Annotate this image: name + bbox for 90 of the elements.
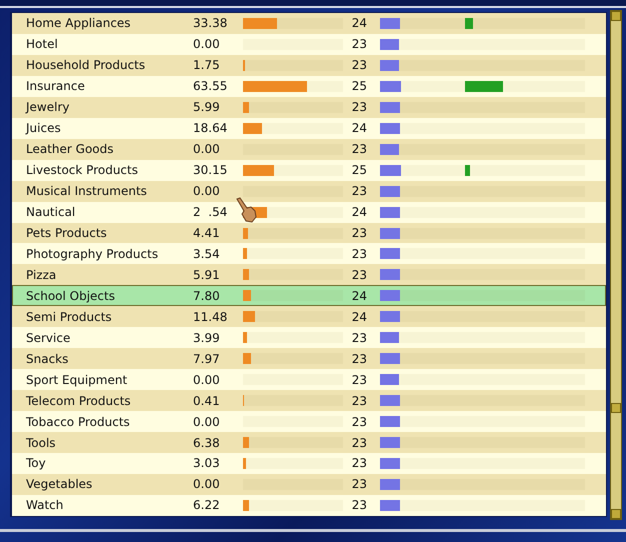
table-cell-text: 23: [350, 477, 368, 492]
table-cell-text: 0.00: [193, 372, 221, 387]
table-row[interactable]: Vegetables 0.00 23: [12, 474, 606, 495]
table-row[interactable]: Semi Products 11.48 24: [12, 306, 606, 328]
table-cell-text: 23: [350, 498, 368, 512]
table-row[interactable]: Household Products 1.75 23: [12, 54, 606, 76]
table-cell-text: Snacks: [25, 352, 70, 366]
table-cell-text: Insurance: [25, 79, 86, 94]
table-cell-text: Juices: [24, 121, 62, 136]
table-cell-text: 5.91: [193, 268, 221, 282]
table-cell-text: 5.99: [193, 100, 221, 114]
table-row[interactable]: Jewelry 5.99 23: [12, 96, 606, 118]
table-cell-text: Household Products: [25, 58, 146, 72]
table-cell-text: 24: [350, 288, 368, 303]
table-cell-text: 63.55: [193, 79, 228, 94]
table-cell-text: 24: [350, 205, 368, 220]
table-cell-text: School Objects: [25, 288, 116, 303]
table-cell-text: 0.00: [193, 142, 221, 156]
table-cell-text: Tobacco Products: [25, 414, 131, 429]
scroll-thumb[interactable]: [611, 403, 621, 413]
table-cell-text: 1.75: [193, 58, 221, 72]
table-cell-text: 7.97: [193, 352, 221, 366]
table-cell-text: 23: [350, 372, 368, 387]
table-cell-text: Jewelry: [24, 100, 70, 114]
table-row[interactable]: Leather Goods 0.00 23: [12, 138, 606, 160]
table-row[interactable]: Pets Products 4.41 23: [12, 222, 606, 244]
table-cell-text: 23: [350, 330, 368, 345]
table-cell-text: Tools: [25, 436, 57, 450]
table-cell-text: 4.41: [193, 226, 221, 240]
table-cell-text: 23: [350, 37, 368, 52]
table-cell-text: 25: [350, 163, 368, 178]
table-cell-text: 23: [350, 226, 368, 240]
table-cell-text: 0.41: [193, 394, 221, 408]
table-cell-text: 3.99: [193, 330, 221, 345]
table-cell-text: 0.00: [193, 414, 221, 429]
table-cell-text: Home Appliances: [25, 16, 132, 30]
table-row[interactable]: School Objects 7.80 24: [12, 285, 606, 306]
table-cell-text: Vegetables: [25, 477, 94, 492]
table-cell-text: 23: [350, 58, 368, 72]
table-cell-text: 23: [350, 414, 368, 429]
table-cell-text: 23: [350, 352, 368, 366]
table-cell-text: 18.64: [193, 121, 228, 136]
table-cell-text: 30.15: [193, 163, 228, 178]
table-cell-text: 3.03: [193, 456, 221, 470]
table-cell-text: Watch: [25, 498, 64, 512]
table-row[interactable]: Snacks 7.97 23: [12, 348, 606, 370]
table-cell-text: Nautical: [25, 205, 76, 220]
table-row[interactable]: Telecom Products 0.41 23: [12, 390, 606, 412]
table-cell-text: 33.38: [193, 16, 228, 30]
table-cell-text: 0.00: [193, 477, 221, 492]
table-row[interactable]: Home Appliances 33.38 24: [12, 13, 606, 34]
table-row[interactable]: Musical Instruments 0.00 23: [12, 180, 606, 202]
table-cell-text: 23: [350, 436, 368, 450]
table-cell-text: 24: [350, 16, 368, 30]
table-cell-text: Pets Products: [25, 226, 108, 240]
scrollbar[interactable]: [610, 10, 622, 520]
scroll-down-button[interactable]: [611, 509, 621, 519]
table-cell-text: 23: [350, 268, 368, 282]
table-cell-text: 6.22: [193, 498, 221, 512]
table-cell-text: 23: [350, 246, 368, 261]
table-cell-text: Semi Products: [25, 310, 113, 324]
scroll-up-button[interactable]: [611, 11, 621, 21]
table-row[interactable]: Tools 6.38 23: [12, 432, 606, 454]
table-cell-text: 23: [350, 100, 368, 114]
table-cell-text: 11.48: [193, 310, 228, 324]
table-cell-text: Hotel: [25, 37, 59, 52]
table-cell-text: 23: [350, 394, 368, 408]
table-cell-text: 6.38: [193, 436, 221, 450]
table-cell-text: 25: [350, 79, 368, 94]
table-cell-text: 3.54: [193, 246, 221, 261]
table-row[interactable]: Pizza 5.91 23: [12, 264, 606, 286]
table-cell-text: Musical Instruments: [25, 184, 148, 198]
table-cell-text: Livestock Products: [25, 163, 139, 178]
table-cell-text: Photography Products: [25, 246, 160, 261]
table-cell-text: 23: [350, 142, 368, 156]
table-cell-text: 23: [350, 456, 368, 470]
hand-cursor-icon: [235, 196, 257, 223]
table-cell-text: 7.80: [193, 288, 221, 303]
table-cell-text: 0.00: [193, 184, 221, 198]
table-cell-text: Telecom Products: [25, 394, 132, 408]
table-cell-text: Leather Goods: [25, 142, 115, 156]
table-cell-text: 23: [350, 184, 368, 198]
table-cell-text: Toy: [25, 456, 47, 470]
table-cell-text: 24: [350, 121, 368, 136]
table-cell-text: 24: [350, 310, 368, 324]
table-cell-text: Sport Equipment: [25, 372, 128, 387]
table-cell-text: 0.00: [193, 37, 221, 52]
table-cell-text: Pizza: [25, 268, 58, 282]
table-cell-text: 2 .54: [193, 205, 228, 220]
table-cell-text: Service: [25, 330, 72, 345]
